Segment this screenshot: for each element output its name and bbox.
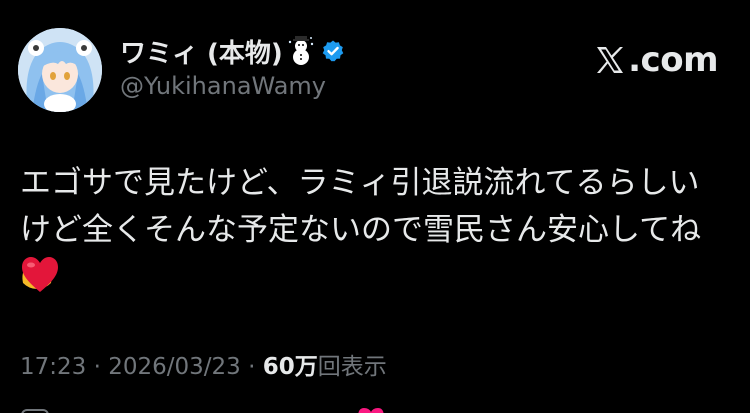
author-name-row[interactable]: ワミィ (本物) [120,33,345,70]
tweet-card: ワミィ (本物) @YukihanaWamy .com エゴサで見たけど、ラミィ… [0,0,750,413]
verified-badge-icon [321,39,345,63]
views-count: 60万 [262,354,318,380]
source-domain: .com [628,40,718,80]
meta-separator: · [240,354,263,380]
x-logo-icon [594,44,626,76]
avatar-image [18,28,102,112]
tweet-meta: 17:23 · 2026/03/23 · 60万回表示 [20,347,387,381]
action-bar [0,402,750,413]
display-name[interactable]: ワミィ (本物) [120,33,283,70]
tweet-time[interactable]: 17:23 [20,354,86,380]
tweet-date[interactable]: 2026/03/23 [108,354,241,380]
avatar[interactable] [18,28,102,112]
meta-separator: · [86,354,109,380]
snowman-icon [287,36,315,66]
like-icon [358,408,384,413]
tweet-text-content: エゴサで見たけど、ラミィ引退説流れてるらしいけど全くそんな予定ないので雪民さん安… [20,165,702,248]
red-heart-icon [20,256,60,294]
handle[interactable]: @YukihanaWamy [120,72,326,100]
tweet-text: エゴサで見たけど、ラミィ引退説流れてるらしいけど全くそんな予定ないので雪民さん安… [20,160,720,301]
views-label: 回表示 [317,354,387,380]
source-label: .com [594,40,718,80]
